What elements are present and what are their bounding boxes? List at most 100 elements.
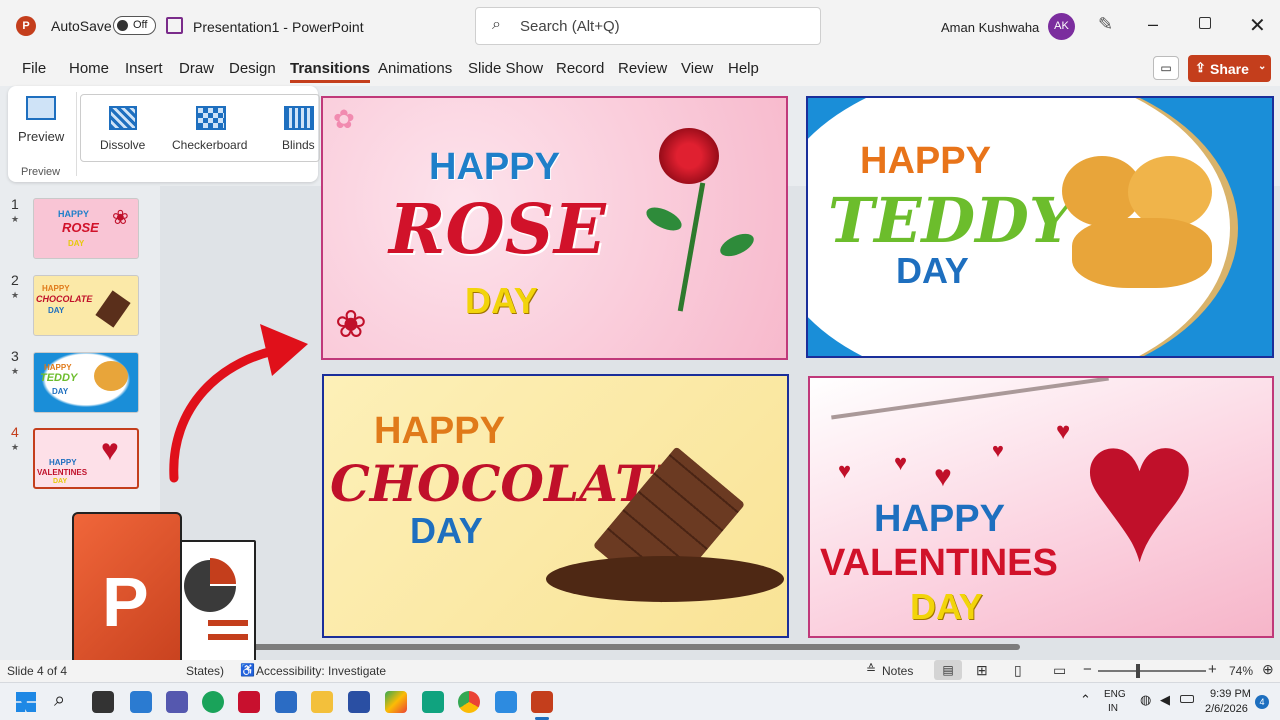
- rose-leaf: [716, 229, 758, 261]
- restore-icon[interactable]: [1199, 17, 1211, 29]
- close-icon[interactable]: ✕: [1249, 13, 1266, 38]
- file-explorer-icon[interactable]: [311, 691, 333, 713]
- ribbon-panel: Preview Preview Dissolve Checkerboard Bl…: [8, 86, 320, 182]
- tab-file[interactable]: File: [22, 60, 46, 77]
- slide-rose-day[interactable]: HAPPY ROSE DAY ❀ ✿: [321, 96, 788, 360]
- chevron-up-icon[interactable]: ⌃: [1080, 692, 1091, 708]
- thumb-line: VALENTINES: [37, 468, 88, 477]
- slide-chocolate-day[interactable]: HAPPY CHOCOLATE DAY: [322, 374, 789, 638]
- tab-animations[interactable]: Animations: [378, 60, 452, 77]
- zoom-out-icon[interactable]: −: [1083, 661, 1092, 678]
- rose-day-text: DAY: [465, 280, 538, 321]
- zoom-in-icon[interactable]: +: [1208, 661, 1217, 678]
- slide-teddy-day[interactable]: HAPPY TEDDY DAY: [806, 96, 1274, 358]
- search-taskbar-icon[interactable]: ⌕: [54, 689, 65, 712]
- task-view-icon[interactable]: [92, 691, 114, 713]
- comments-button[interactable]: ▭: [1153, 56, 1179, 80]
- volume-icon[interactable]: ◀: [1160, 692, 1170, 708]
- tab-view[interactable]: View: [681, 60, 713, 77]
- slide-valentines-day[interactable]: ♥ ♥ ♥ ♥ ♥ HAPPY VALENTINES DAY ♥: [808, 376, 1274, 638]
- app-icon[interactable]: [348, 691, 370, 713]
- share-label: Share: [1210, 61, 1249, 77]
- heart-icon: ♥: [101, 434, 119, 467]
- slide-thumbnail-2[interactable]: HAPPY CHOCOLATE DAY: [33, 275, 139, 336]
- battery-icon[interactable]: [1180, 695, 1194, 703]
- thumb-line: TEDDY: [40, 372, 78, 384]
- slide-counter: Slide 4 of 4: [7, 664, 68, 678]
- designer-pen-icon[interactable]: ✎: [1098, 14, 1113, 35]
- tab-design[interactable]: Design: [229, 60, 276, 77]
- notes-button[interactable]: Notes: [882, 664, 913, 678]
- language-line-1[interactable]: ENG: [1104, 689, 1126, 700]
- chrome-icon[interactable]: [458, 691, 480, 713]
- tab-record[interactable]: Record: [556, 60, 604, 77]
- teddy-day-text: DAY: [896, 250, 969, 291]
- share-button[interactable]: ⇪ Share ⌄: [1188, 55, 1271, 82]
- thumb-number: 2: [11, 272, 19, 288]
- thumb-line: DAY: [52, 387, 69, 396]
- rose-stem: [677, 182, 706, 312]
- chat-icon[interactable]: [166, 691, 188, 713]
- accessibility-status[interactable]: Accessibility: Investigate: [256, 664, 386, 678]
- mcafee-icon[interactable]: [238, 691, 260, 713]
- zoom-slider-thumb[interactable]: [1136, 664, 1140, 678]
- blinds-button[interactable]: Blinds: [282, 138, 315, 152]
- avatar[interactable]: AK: [1048, 13, 1075, 40]
- slide-thumbnail-3[interactable]: HAPPY TEDDY DAY: [33, 352, 139, 413]
- photos-icon[interactable]: [495, 691, 517, 713]
- notification-badge[interactable]: 4: [1255, 695, 1269, 709]
- widgets-icon[interactable]: [130, 691, 152, 713]
- slide-thumbnail-1[interactable]: HAPPY ROSE DAY ❀: [33, 198, 139, 259]
- valentines-title-text: VALENTINES: [820, 542, 1058, 584]
- branch: [831, 378, 1109, 420]
- search-box[interactable]: ⌕ Search (Alt+Q): [475, 7, 821, 45]
- slide-sorter-icon[interactable]: ⊞: [976, 662, 988, 679]
- transition-star-icon: ★: [11, 366, 20, 376]
- language-status[interactable]: States): [186, 664, 224, 678]
- teddy-title-text: TEDDY: [828, 184, 1074, 257]
- store-icon[interactable]: [275, 691, 297, 713]
- tab-slide-show[interactable]: Slide Show: [468, 60, 543, 77]
- rose-happy-text: HAPPY: [429, 146, 560, 188]
- teddy-bear-icon: [1062, 138, 1222, 288]
- checkerboard-button[interactable]: Checkerboard: [172, 138, 247, 152]
- blinds-icon: [284, 106, 314, 130]
- windows-start-icon[interactable]: [16, 692, 36, 712]
- slideshow-view-icon[interactable]: ▭: [1053, 662, 1066, 679]
- preview-button[interactable]: Preview: [18, 129, 64, 144]
- powerpoint-taskbar-icon[interactable]: [531, 691, 553, 713]
- minimize-icon[interactable]: –: [1148, 14, 1158, 35]
- zoom-level[interactable]: 74%: [1229, 664, 1253, 678]
- rose-flower-icon: [659, 128, 719, 184]
- reading-view-icon[interactable]: ▯: [1014, 662, 1022, 679]
- rose-icon: ❀: [112, 207, 129, 229]
- play-store-icon[interactable]: [385, 691, 407, 713]
- tab-home[interactable]: Home: [69, 60, 109, 77]
- tab-draw[interactable]: Draw: [179, 60, 214, 77]
- autosave-toggle[interactable]: Off: [113, 16, 156, 35]
- tab-help[interactable]: Help: [728, 60, 759, 77]
- teddy-icon: [94, 361, 128, 391]
- transition-star-icon: ★: [11, 442, 20, 452]
- clock-time[interactable]: 9:39 PM: [1210, 688, 1251, 700]
- tab-insert[interactable]: Insert: [125, 60, 163, 77]
- tab-transitions[interactable]: Transitions: [290, 60, 371, 83]
- fit-to-window-icon[interactable]: ⊕: [1262, 661, 1274, 678]
- chatgpt-icon[interactable]: [422, 691, 444, 713]
- dissolve-button[interactable]: Dissolve: [100, 138, 145, 152]
- save-icon[interactable]: [166, 17, 183, 34]
- normal-view-icon[interactable]: ▤: [934, 660, 962, 680]
- tab-review[interactable]: Review: [618, 60, 667, 77]
- zoom-slider[interactable]: [1098, 664, 1206, 678]
- slide-thumbnail-4[interactable]: HAPPY VALENTINES DAY ♥: [33, 428, 139, 489]
- horizontal-scrollbar[interactable]: [220, 644, 1020, 650]
- transition-star-icon: ★: [11, 214, 20, 224]
- thumb-number: 3: [11, 348, 19, 364]
- language-line-2[interactable]: IN: [1108, 703, 1118, 714]
- rose-leaf: [642, 202, 686, 236]
- chocolate-happy-text: HAPPY: [374, 410, 505, 452]
- chocolate-icon: [95, 290, 131, 328]
- network-icon[interactable]: ◍: [1140, 692, 1151, 708]
- edge-icon[interactable]: [202, 691, 224, 713]
- clock-date[interactable]: 2/6/2026: [1205, 703, 1248, 715]
